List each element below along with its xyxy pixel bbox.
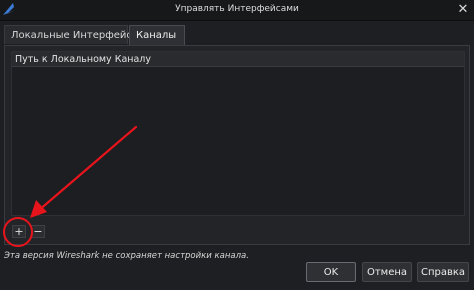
tab-local-interfaces[interactable]: Локальные Интерфейсы: [4, 25, 140, 44]
help-button[interactable]: Справка: [417, 262, 469, 282]
channels-list[interactable]: Путь к Локальному Каналу: [11, 51, 465, 216]
title-bar: Управлять Интерфейсами ✕: [0, 0, 474, 21]
column-header-local-channel-path[interactable]: Путь к Локальному Каналу: [12, 52, 464, 67]
remove-button[interactable]: −: [31, 225, 45, 238]
cancel-button[interactable]: Отмена: [362, 262, 412, 282]
window-title: Управлять Интерфейсами: [175, 4, 299, 14]
channels-panel: Путь к Локальному Каналу + −: [4, 45, 470, 245]
add-button[interactable]: +: [12, 225, 26, 238]
manage-interfaces-dialog: Управлять Интерфейсами ✕ Локальные Интер…: [0, 0, 474, 290]
ok-button[interactable]: OK: [306, 262, 356, 282]
close-icon[interactable]: ✕: [454, 1, 472, 19]
tab-channels[interactable]: Каналы: [129, 25, 185, 45]
status-message: Эта версия Wireshark не сохраняет настро…: [4, 251, 249, 261]
